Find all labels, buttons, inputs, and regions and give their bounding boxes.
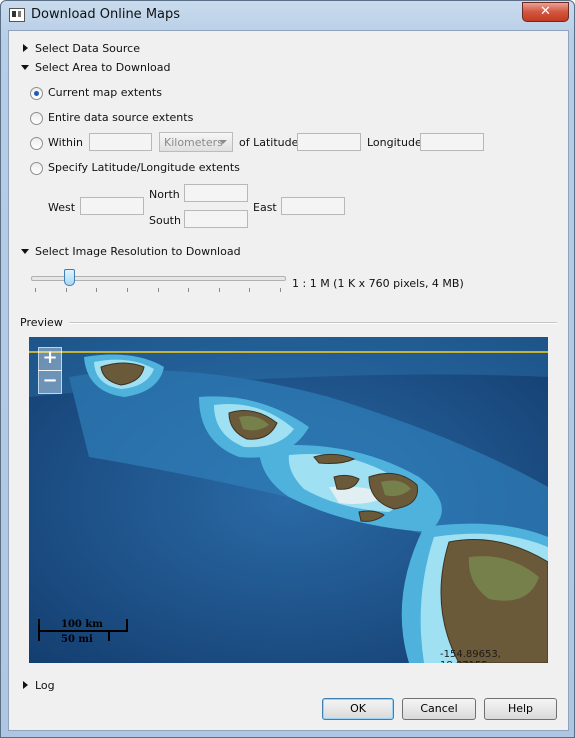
window-title: Download Online Maps <box>31 7 181 22</box>
label-lat-long-extents[interactable]: Specify Latitude/Longitude extents <box>48 161 240 174</box>
label-current-extents[interactable]: Current map extents <box>48 86 162 99</box>
longitude-field[interactable] <box>420 133 484 151</box>
ok-button[interactable]: OK <box>322 698 394 720</box>
help-button[interactable]: Help <box>484 698 557 720</box>
slider-tick <box>218 288 220 292</box>
unit-select[interactable]: Kilometers <box>159 132 233 152</box>
section-data-source[interactable]: Select Data Source <box>35 42 140 55</box>
within-distance-field[interactable] <box>89 133 152 151</box>
preview-divider <box>69 322 557 324</box>
resolution-slider-thumb[interactable] <box>63 269 75 286</box>
scale-km-label: 100 km <box>61 619 103 630</box>
expand-log-icon[interactable] <box>23 681 28 689</box>
slider-tick <box>157 288 159 292</box>
west-field[interactable] <box>80 197 144 215</box>
app-icon <box>9 8 25 22</box>
zoom-in-button[interactable]: + <box>38 347 62 371</box>
radio-within[interactable] <box>30 137 43 150</box>
collapse-area-icon[interactable] <box>21 65 29 70</box>
section-resolution[interactable]: Select Image Resolution to Download <box>35 245 241 258</box>
radio-entire-extents[interactable] <box>30 112 43 125</box>
east-field[interactable] <box>281 197 345 215</box>
map-image <box>29 337 548 663</box>
dialog-window: Download Online Maps ✕ Select Data Sourc… <box>0 0 575 738</box>
cursor-coordinates: -154.89653, 18.87155 <box>440 649 501 663</box>
slider-tick <box>35 288 36 292</box>
label-north: North <box>149 188 180 201</box>
radio-lat-long-extents[interactable] <box>30 162 43 175</box>
section-log[interactable]: Log <box>35 679 55 692</box>
expand-data-source-icon[interactable] <box>23 44 28 52</box>
latitude-field[interactable] <box>297 133 361 151</box>
slider-tick <box>249 288 251 292</box>
label-entire-extents[interactable]: Entire data source extents <box>48 111 193 124</box>
label-east: East <box>253 201 277 214</box>
south-field[interactable] <box>184 210 248 228</box>
dialog-body: Select Data Source Select Area to Downlo… <box>8 30 569 731</box>
label-south: South <box>149 214 181 227</box>
title-bar[interactable]: Download Online Maps ✕ <box>1 1 574 29</box>
label-west: West <box>48 201 76 214</box>
radio-current-extents[interactable] <box>30 87 43 100</box>
scale-mi-label: 50 mi <box>61 634 93 645</box>
unit-select-value: Kilometers <box>164 136 223 149</box>
slider-tick <box>65 288 67 292</box>
chevron-down-icon <box>219 140 227 144</box>
section-area[interactable]: Select Area to Download <box>35 61 170 74</box>
slider-tick <box>126 288 128 292</box>
section-preview: Preview <box>20 316 63 329</box>
slider-tick <box>280 288 281 292</box>
label-within[interactable]: Within <box>48 136 83 149</box>
close-button[interactable]: ✕ <box>522 2 569 22</box>
zoom-out-button[interactable]: − <box>38 370 62 394</box>
label-of-latitude: of Latitude <box>239 136 299 149</box>
north-field[interactable] <box>184 184 248 202</box>
slider-tick <box>96 288 98 292</box>
slider-tick <box>188 288 190 292</box>
cancel-button[interactable]: Cancel <box>402 698 476 720</box>
map-preview[interactable]: + − 100 km 50 mi -154.89653, 18.87155 <box>29 337 548 663</box>
collapse-resolution-icon[interactable] <box>21 249 29 254</box>
resolution-label: 1 : 1 M (1 K x 760 pixels, 4 MB) <box>292 277 464 290</box>
label-longitude: Longitude <box>367 136 422 149</box>
